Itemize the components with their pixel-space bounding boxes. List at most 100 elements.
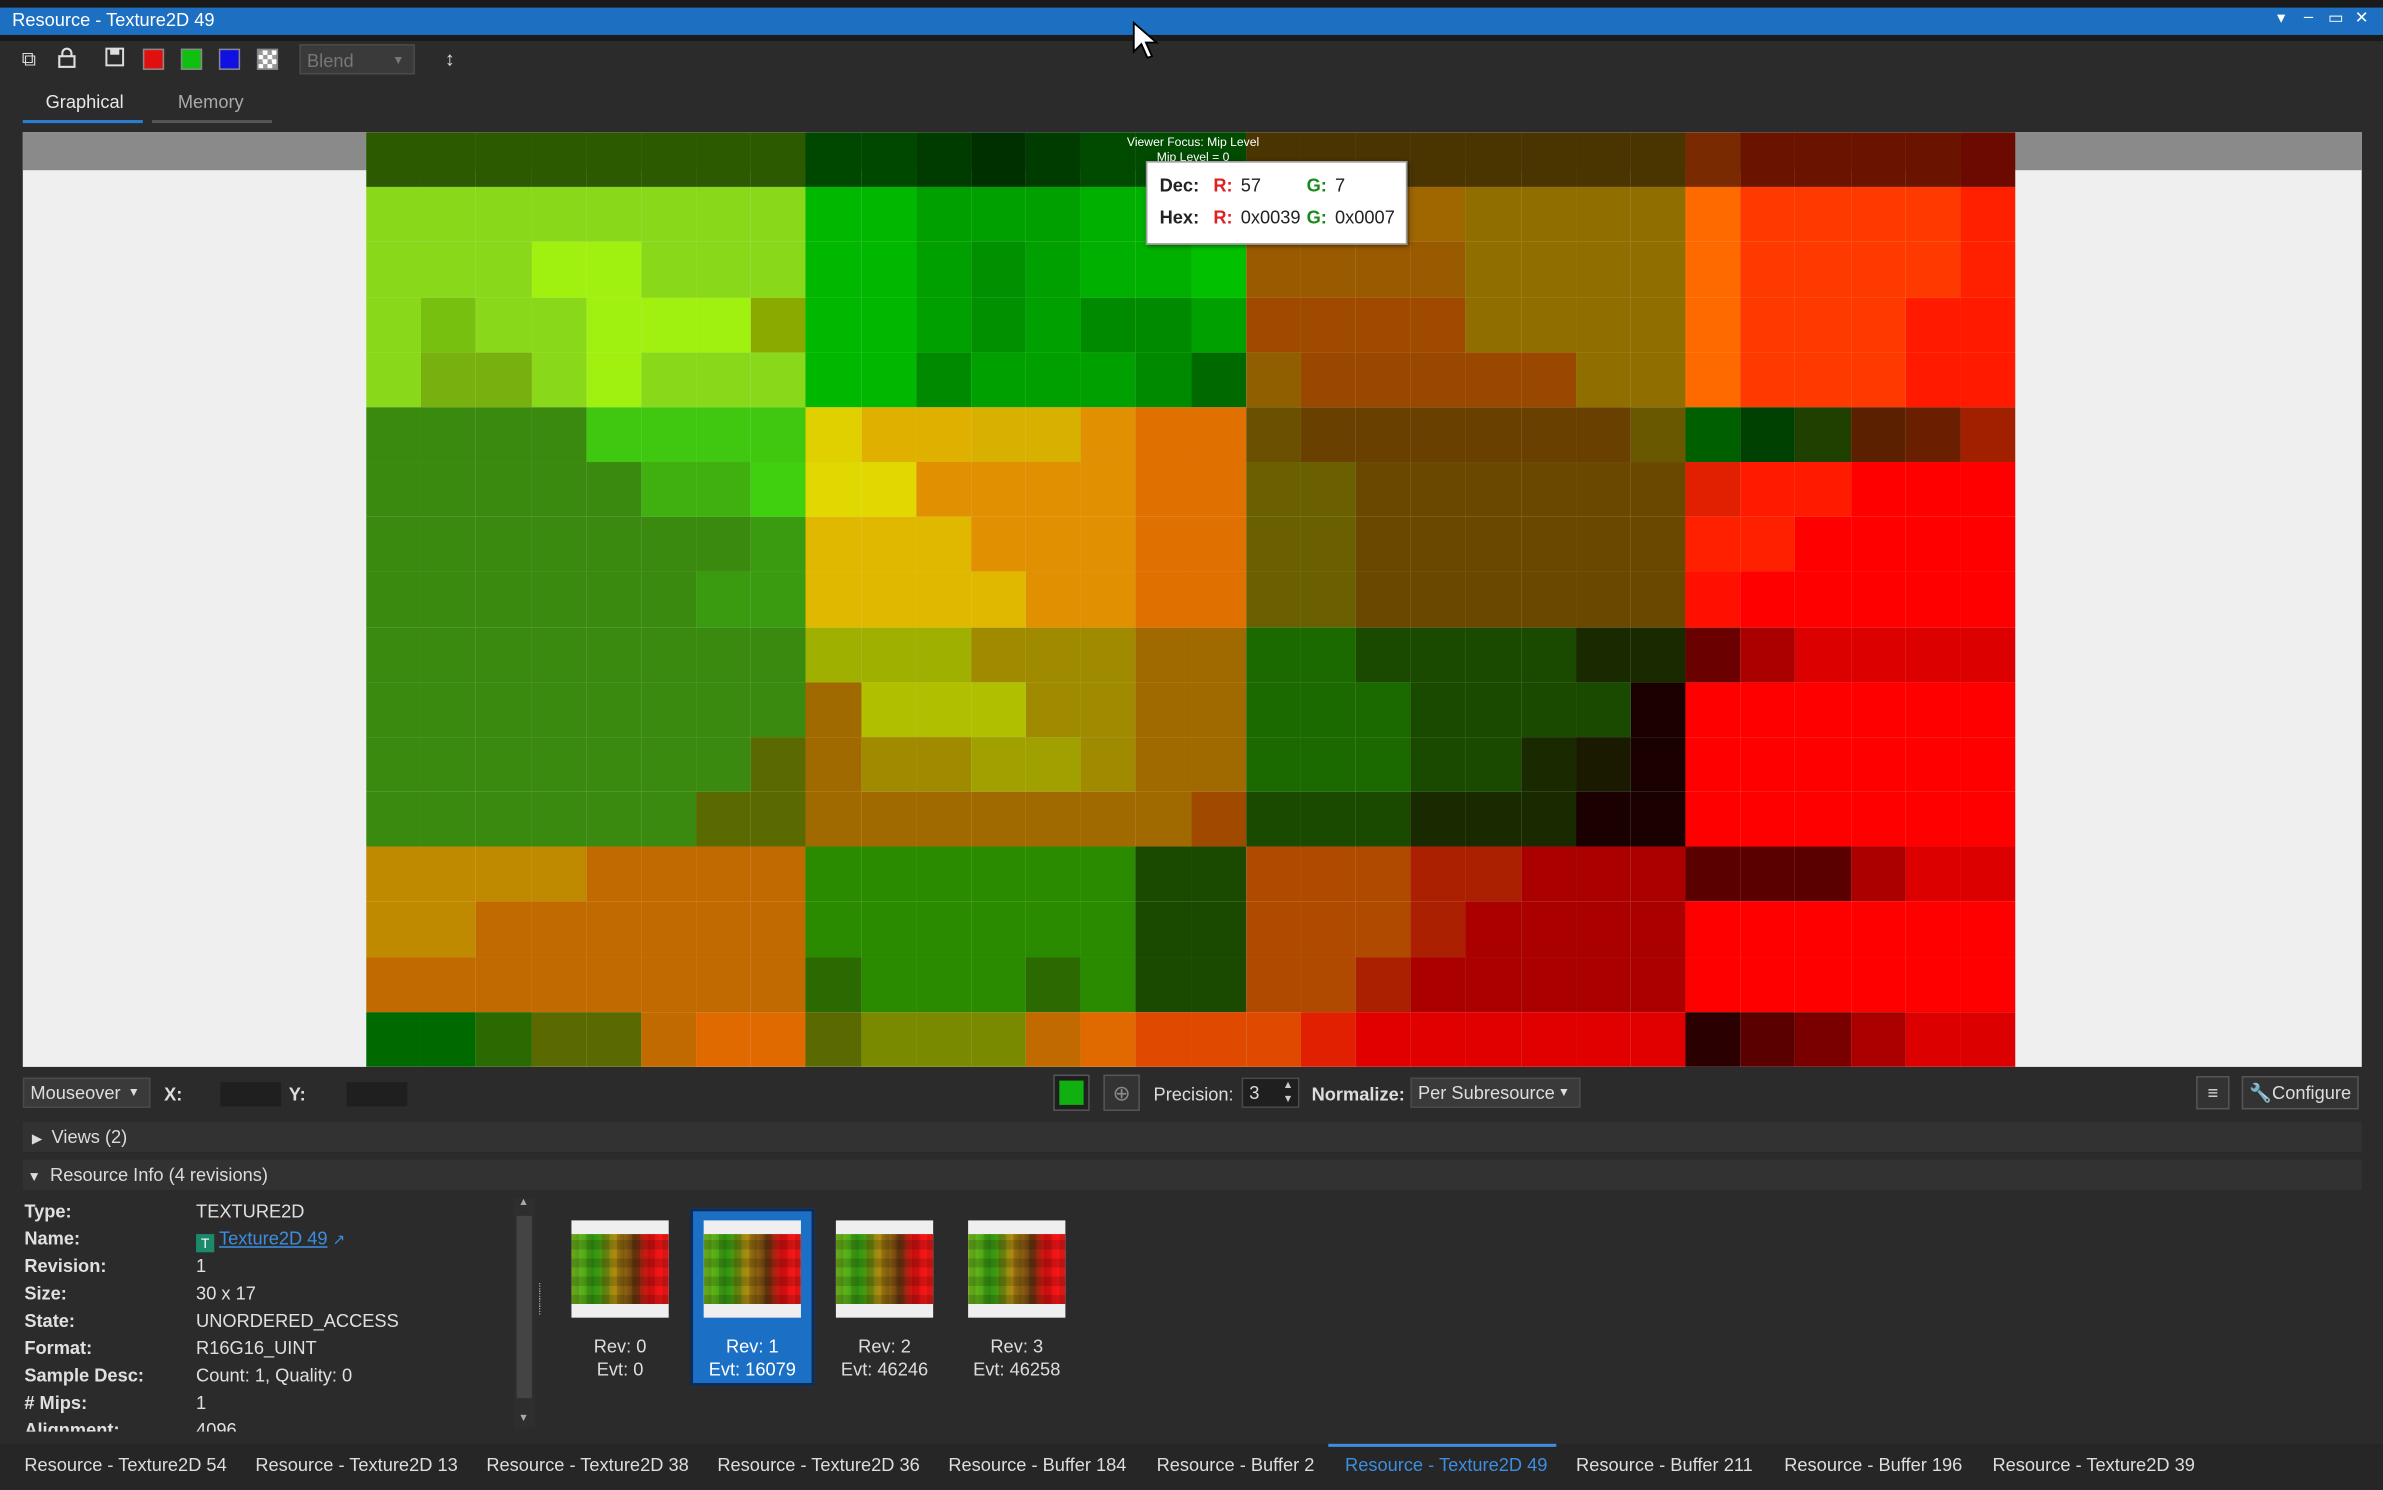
texel [1410, 517, 1466, 573]
document-tab[interactable]: Resource - Texture2D 39 [1992, 1454, 2194, 1475]
mode-select[interactable]: Mouseover ▼ [22, 1077, 151, 1108]
texel [1630, 187, 1686, 243]
texel [1905, 132, 1961, 188]
scroll-up-icon[interactable]: ▲ [518, 1198, 529, 1209]
alpha-channel-toggle[interactable] [256, 48, 279, 70]
texel [531, 1011, 587, 1067]
scrollbar-thumb[interactable] [516, 1215, 532, 1399]
close-button[interactable]: ✕ [2350, 8, 2374, 28]
texel [751, 187, 806, 243]
texel [366, 407, 422, 463]
configure-label: Configure [2272, 1082, 2352, 1104]
y-field[interactable] [346, 1082, 408, 1107]
texel [1300, 627, 1356, 683]
dropdown-icon[interactable]: ▾ [2269, 8, 2293, 28]
views-section-header[interactable]: ▶ Views (2) [22, 1121, 2362, 1153]
revision-thumbnail [835, 1220, 934, 1318]
revision-card-1[interactable]: Rev: 1 Evt: 16079 [689, 1208, 815, 1387]
texel [696, 682, 752, 738]
texel [641, 462, 697, 518]
info-value: TEXTURE2D [196, 1200, 305, 1222]
texel [1355, 791, 1411, 847]
texel [915, 1011, 971, 1067]
document-tab[interactable]: Resource - Buffer 184 [948, 1454, 1126, 1475]
splitter-grip-icon[interactable]: ⁞ ⁞ ⁞ ⁞ [538, 1282, 546, 1345]
document-tab-active[interactable]: Resource - Texture2D 49 [1345, 1454, 1547, 1475]
info-scrollbar[interactable]: ▲ ▼ [513, 1197, 535, 1429]
green-channel-toggle[interactable] [180, 48, 203, 70]
texture-image[interactable] [366, 132, 2016, 1067]
external-link-icon[interactable]: ↗ [333, 1233, 346, 1250]
normalize-select[interactable]: Per Subresource ▼ [1410, 1077, 1581, 1108]
picked-color-swatch[interactable] [1059, 1080, 1084, 1105]
views-section-label: Views (2) [51, 1126, 128, 1148]
document-tab[interactable]: Resource - Texture2D 54 [24, 1454, 226, 1475]
document-tab[interactable]: Resource - Buffer 211 [1576, 1454, 1753, 1475]
document-tab[interactable]: Resource - Texture2D 36 [717, 1454, 919, 1475]
texel [421, 407, 477, 463]
texel [531, 846, 587, 902]
document-tab[interactable]: Resource - Texture2D 13 [255, 1454, 457, 1475]
texture-viewer[interactable] [22, 132, 2362, 1067]
texel [696, 352, 752, 408]
texel [805, 901, 861, 957]
crosshair-icon[interactable]: ⊕ [1103, 1074, 1140, 1111]
texel [970, 682, 1026, 738]
texel [1025, 297, 1081, 353]
texel [970, 1011, 1026, 1067]
texel [1245, 901, 1301, 957]
stepper-arrows-icon[interactable]: ▲ ▼ [1283, 1079, 1294, 1106]
tab-graphical[interactable]: Graphical [46, 91, 124, 112]
texel [1685, 242, 1741, 298]
revision-card-3[interactable]: Rev: 3 Evt: 46258 [954, 1208, 1079, 1386]
red-channel-toggle[interactable] [142, 48, 165, 70]
texel [1520, 791, 1576, 847]
maximize-button[interactable]: ▭ [2324, 8, 2348, 28]
texel [1520, 901, 1576, 957]
chevron-down-icon: ▼ [392, 53, 405, 67]
revision-card-2[interactable]: Rev: 2 Evt: 46246 [822, 1208, 947, 1386]
texel [1630, 462, 1686, 518]
texel [1960, 846, 2016, 902]
configure-button[interactable]: 🔧Configure [2241, 1076, 2359, 1110]
document-tab[interactable]: Resource - Texture2D 38 [486, 1454, 688, 1475]
copy-icon[interactable]: ⧉ [17, 47, 41, 71]
tab-memory[interactable]: Memory [178, 91, 244, 112]
resource-info-section-header[interactable]: ▼ Resource Info (4 revisions) [22, 1159, 2362, 1191]
texel [1960, 627, 2016, 683]
save-icon[interactable] [102, 47, 126, 71]
texel [1795, 407, 1851, 463]
texel [1905, 187, 1961, 243]
flip-vertical-icon[interactable]: ↕ [438, 47, 462, 71]
document-tab[interactable]: Resource - Buffer 2 [1157, 1454, 1315, 1475]
histogram-icon[interactable]: ≡ [2196, 1076, 2230, 1110]
texel [696, 791, 752, 847]
texel [1245, 737, 1301, 792]
texel [366, 627, 422, 683]
blend-select[interactable]: Blend ▼ [299, 44, 415, 75]
minimize-button[interactable]: – [2296, 8, 2320, 26]
info-key: Sample Desc: [24, 1364, 144, 1387]
blue-channel-toggle[interactable] [218, 48, 241, 70]
texel [1850, 572, 1906, 628]
name-link[interactable]: Texture2D 49 [219, 1228, 327, 1249]
x-field[interactable] [220, 1082, 282, 1107]
texel [1135, 462, 1191, 518]
texel [1630, 407, 1686, 463]
document-tab[interactable]: Resource - Buffer 196 [1784, 1454, 1962, 1475]
texel [751, 901, 806, 957]
scroll-down-icon[interactable]: ▼ [518, 1413, 529, 1424]
texel [1850, 462, 1906, 518]
texel [1410, 572, 1466, 628]
texel [641, 682, 697, 738]
texel [586, 1011, 642, 1067]
lock-icon[interactable] [55, 47, 79, 71]
texel [1190, 901, 1246, 957]
revision-card-0[interactable]: Rev: 0 Evt: 0 [558, 1208, 683, 1386]
texel [1135, 737, 1191, 792]
precision-stepper[interactable]: 3 ▲ ▼ [1241, 1077, 1300, 1108]
texel [1135, 297, 1191, 353]
texel [641, 352, 697, 408]
info-value: UNORDERED_ACCESS [196, 1310, 399, 1332]
chevron-down-icon: ▼ [127, 1085, 140, 1099]
